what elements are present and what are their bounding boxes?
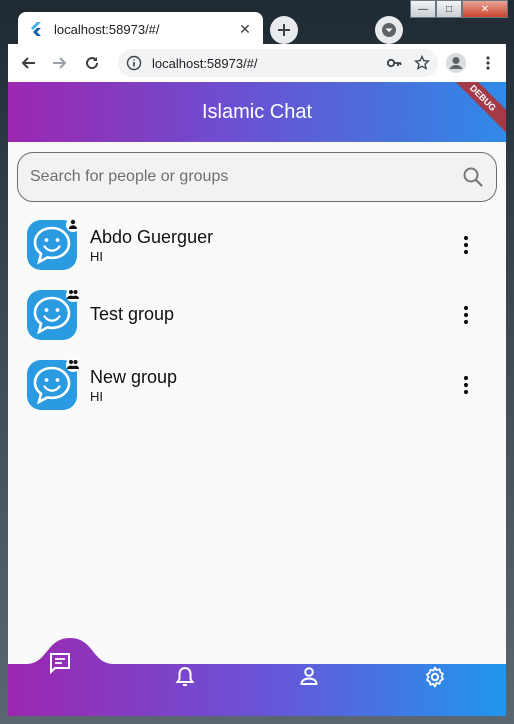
chat-name: Abdo Guerguer: [90, 226, 214, 247]
url-text: localhost:58973/#/: [152, 55, 258, 71]
avatar: [26, 358, 80, 411]
chat-name: Test group: [90, 304, 175, 324]
group-badge: [66, 288, 80, 302]
nav-notifications[interactable]: [175, 666, 215, 706]
app-title: Islamic Chat: [201, 100, 313, 123]
bell-icon: [175, 666, 195, 686]
close-tab-icon[interactable]: ✕: [237, 21, 253, 38]
nav-settings[interactable]: [424, 666, 464, 706]
nav-chats[interactable]: [49, 652, 89, 692]
plus-icon: [278, 24, 290, 36]
app-bar: Islamic Chat DEBUG: [8, 82, 506, 142]
app-viewport: Islamic Chat DEBUG Abdo Guergu: [8, 82, 506, 716]
chat-options-button[interactable]: [446, 225, 486, 265]
chat-icon: [50, 653, 70, 674]
avatar: [26, 218, 80, 271]
browser-tab[interactable]: localhost:58973/#/ ✕: [18, 12, 263, 46]
chat-list-item[interactable]: Abdo Guerguer HI: [8, 210, 506, 280]
debug-banner: DEBUG: [445, 82, 506, 136]
info-icon[interactable]: [126, 55, 142, 71]
key-icon[interactable]: [386, 55, 402, 71]
arrow-right-icon: [53, 57, 67, 69]
chat-options-button[interactable]: [446, 365, 486, 405]
new-tab-button[interactable]: [270, 16, 298, 44]
tab-search-button[interactable]: [375, 16, 403, 44]
chat-name: New group: [90, 366, 178, 387]
search-input[interactable]: [30, 168, 462, 186]
person-icon: [68, 216, 78, 234]
nav-profile[interactable]: [299, 666, 339, 706]
group-icon: [67, 286, 79, 304]
more-vert-icon: [463, 235, 469, 255]
chevron-down-icon: [382, 23, 396, 37]
browser-window: — □ ✕ localhost:58973/#/ ✕ localhost:589…: [0, 0, 514, 724]
search-icon[interactable]: [462, 166, 484, 188]
person-icon: [300, 667, 318, 685]
profile-button[interactable]: [440, 47, 472, 79]
tab-title: localhost:58973/#/: [54, 21, 160, 37]
account-icon: [446, 53, 466, 73]
avatar: [26, 288, 80, 341]
forward-button[interactable]: [44, 47, 76, 79]
back-button[interactable]: [12, 47, 44, 79]
chat-list: Abdo Guerguer HI Test group New group HI: [8, 210, 506, 420]
person-badge: [66, 218, 80, 232]
browser-menu-button[interactable]: [472, 47, 504, 79]
arrow-left-icon: [21, 57, 35, 69]
chat-last-message: HI: [90, 248, 103, 264]
chat-last-message: HI: [90, 388, 103, 404]
star-icon[interactable]: [414, 55, 430, 71]
chat-options-button[interactable]: [446, 295, 486, 335]
group-icon: [67, 356, 79, 374]
bottom-navigation: [8, 636, 506, 716]
search-field[interactable]: [17, 152, 497, 202]
flutter-icon: [31, 22, 41, 36]
more-vert-icon: [463, 305, 469, 325]
settings-icon: [426, 666, 444, 688]
group-badge: [66, 358, 80, 372]
kebab-menu-icon: [486, 56, 490, 70]
more-vert-icon: [463, 375, 469, 395]
browser-toolbar: localhost:58973/#/: [8, 44, 506, 82]
chat-list-item[interactable]: Test group: [8, 280, 506, 350]
tab-strip: localhost:58973/#/ ✕: [8, 8, 506, 46]
reload-button[interactable]: [76, 47, 108, 79]
address-bar[interactable]: localhost:58973/#/: [118, 49, 438, 77]
reload-icon: [86, 57, 99, 70]
chat-list-item[interactable]: New group HI: [8, 350, 506, 420]
